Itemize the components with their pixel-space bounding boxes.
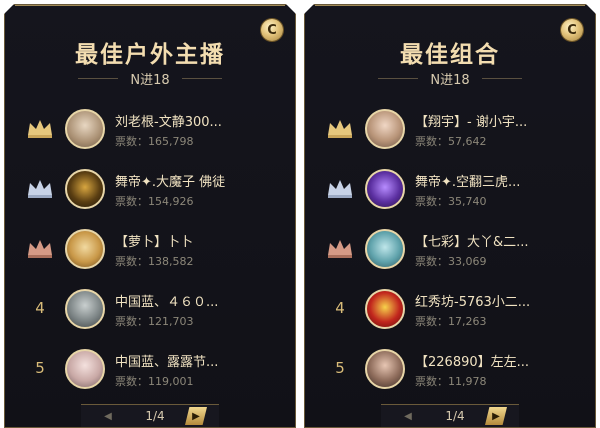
avatar[interactable] (365, 289, 405, 329)
panel-top-border (315, 5, 585, 6)
entry-votes: 票数：33,069 (415, 255, 487, 268)
entry-votes: 票数：165,798 (115, 135, 194, 148)
prev-page-button[interactable]: ◀ (397, 407, 419, 425)
subtitle-row: N进18 (5, 69, 295, 88)
entry-votes: 票数：119,001 (115, 375, 194, 388)
avatar[interactable] (365, 109, 405, 149)
ranking-row[interactable]: 【七彩】大丫&二... 票数：33,069 (305, 221, 595, 281)
crown-silver-icon (325, 175, 355, 201)
rank-number: 5 (35, 359, 45, 377)
crown-silver-icon (25, 175, 55, 201)
crown-bronze-icon (25, 235, 55, 261)
entry-name[interactable]: 舞帝✦.空翻三虎... (415, 171, 585, 190)
subtitle-row: N进18 (305, 69, 595, 88)
pager: ◀ 1/4 ▶ (5, 403, 295, 427)
entry-name[interactable]: 【226890】左左... (415, 351, 585, 370)
panel-top-border (15, 5, 285, 6)
avatar[interactable] (65, 349, 105, 389)
entry-votes: 票数：121,703 (115, 315, 194, 328)
ranking-row[interactable]: 5 【226890】左左... 票数：11,978 (305, 341, 595, 401)
entry-name[interactable]: 红秀坊-5763小二... (415, 291, 585, 310)
entry-votes: 票数：57,642 (415, 135, 487, 148)
ranking-row[interactable]: 舞帝✦.大魔子 佛徒 票数：154,926 (5, 161, 295, 221)
ranking-list: 刘老根-文静300... 票数：165,798 舞帝✦.大魔子 佛徒 票数：15… (5, 101, 295, 401)
entry-votes: 票数：17,263 (415, 315, 487, 328)
entry-votes: 票数：154,926 (115, 195, 194, 208)
avatar[interactable] (65, 109, 105, 149)
avatar[interactable] (365, 349, 405, 389)
crown-gold-icon (325, 115, 355, 141)
divider (182, 78, 222, 79)
avatar[interactable] (65, 289, 105, 329)
ranking-row[interactable]: 舞帝✦.空翻三虎... 票数：35,740 (305, 161, 595, 221)
page-indicator: 1/4 (445, 409, 465, 423)
avatar[interactable] (365, 169, 405, 209)
pager: ◀ 1/4 ▶ (305, 403, 595, 427)
ranking-row[interactable]: 4 中国蓝、４６０... 票数：121,703 (5, 281, 295, 341)
entry-name[interactable]: 中国蓝、４６０... (115, 291, 285, 310)
entry-name[interactable]: 【翔宇】- 谢小宇... (415, 111, 585, 130)
divider (78, 78, 118, 79)
avatar[interactable] (65, 169, 105, 209)
panel-title: 最佳户外主播 (75, 42, 225, 68)
entry-votes: 票数：35,740 (415, 195, 487, 208)
page-indicator: 1/4 (145, 409, 165, 423)
prev-page-button[interactable]: ◀ (97, 407, 119, 425)
panel-subtitle: N进18 (430, 73, 470, 88)
rank-number: 4 (35, 299, 45, 317)
entry-name[interactable]: 刘老根-文静300... (115, 111, 285, 130)
entry-name[interactable]: 【七彩】大丫&二... (415, 231, 585, 250)
entry-votes: 票数：11,978 (415, 375, 487, 388)
ranking-row[interactable]: 4 红秀坊-5763小二... 票数：17,263 (305, 281, 595, 341)
rank-number: 4 (335, 299, 345, 317)
crown-gold-icon (25, 115, 55, 141)
entry-name[interactable]: 中国蓝、露露节... (115, 351, 285, 370)
ranking-row[interactable]: 【翔宇】- 谢小宇... 票数：57,642 (305, 101, 595, 161)
ranking-row[interactable]: 【萝卜】卜卜 票数：138,582 (5, 221, 295, 281)
avatar[interactable] (365, 229, 405, 269)
ranking-panel-group: C 最佳组合 N进18 【翔宇】- 谢小宇... 票数：57,642 舞帝✦.空… (304, 4, 596, 428)
entry-name[interactable]: 舞帝✦.大魔子 佛徒 (115, 171, 285, 190)
entry-votes: 票数：138,582 (115, 255, 194, 268)
ranking-list: 【翔宇】- 谢小宇... 票数：57,642 舞帝✦.空翻三虎... 票数：35… (305, 101, 595, 401)
panel-subtitle: N进18 (130, 73, 170, 88)
divider (482, 78, 522, 79)
crown-bronze-icon (325, 235, 355, 261)
panel-title: 最佳组合 (400, 42, 500, 68)
rank-number: 5 (335, 359, 345, 377)
ranking-row[interactable]: 刘老根-文静300... 票数：165,798 (5, 101, 295, 161)
ranking-panel-outdoor: C 最佳户外主播 N进18 刘老根-文静300... 票数：165,798 舞帝… (4, 4, 296, 428)
avatar[interactable] (65, 229, 105, 269)
ranking-row[interactable]: 5 中国蓝、露露节... 票数：119,001 (5, 341, 295, 401)
entry-name[interactable]: 【萝卜】卜卜 (115, 231, 285, 250)
divider (378, 78, 418, 79)
